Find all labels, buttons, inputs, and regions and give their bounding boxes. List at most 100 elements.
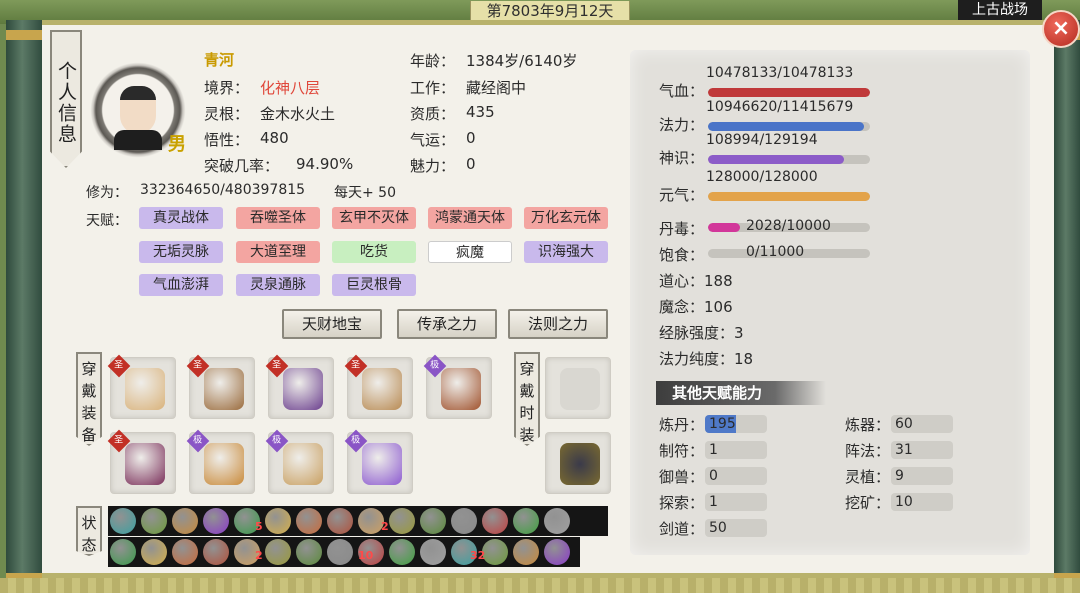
bottom-border <box>0 578 1080 593</box>
realm-label: 境界： <box>204 79 250 97</box>
skill-value: 50 <box>709 520 727 536</box>
status-effect-icon[interactable] <box>296 539 322 565</box>
talent-tag[interactable]: 吞噬圣体 <box>236 207 320 229</box>
status-effect-icon[interactable] <box>110 539 136 565</box>
talent-tag[interactable]: 玄甲不灭体 <box>332 207 416 229</box>
status-effect-icon[interactable] <box>389 508 415 534</box>
status-effect-icon[interactable] <box>296 508 322 534</box>
skill-value: 10 <box>895 494 913 510</box>
fashion-slot-mount[interactable] <box>545 432 611 494</box>
talent-tag[interactable]: 气血澎湃 <box>139 274 223 296</box>
talent-tag[interactable]: 鸿蒙通天体 <box>428 207 512 229</box>
talent-tag[interactable]: 真灵战体 <box>139 207 223 229</box>
status-effect-icon[interactable] <box>203 539 229 565</box>
status-effect-icon[interactable] <box>327 508 353 534</box>
personal-info-tab[interactable]: 个人信息 <box>50 30 82 168</box>
status-effect-icon[interactable] <box>482 508 508 534</box>
status-effect-icon[interactable] <box>172 539 198 565</box>
status-effect-icon[interactable] <box>327 539 353 565</box>
root-label: 灵根： <box>204 105 250 123</box>
skill-label: 阵法： <box>845 442 891 460</box>
status-effect-icon[interactable] <box>265 508 291 534</box>
status-effect-icon[interactable] <box>141 508 167 534</box>
skill-label: 御兽： <box>659 468 705 486</box>
equipment-slot[interactable]: 圣 <box>265 354 334 419</box>
equipment-slot[interactable]: 极 <box>186 429 255 494</box>
status-effect-icon[interactable] <box>482 539 508 565</box>
skill-value: 60 <box>895 416 913 432</box>
plain-stat: 经脉强度：3 <box>659 324 744 342</box>
luck-label: 气运： <box>410 131 456 149</box>
stat-bar <box>708 155 870 164</box>
status-effect-icon[interactable] <box>544 539 570 565</box>
charm-value: 0 <box>466 155 476 173</box>
stat-label: 饱食： <box>659 246 705 264</box>
equipment-slot[interactable]: 圣 <box>186 354 255 419</box>
fashion-label: 穿戴时装 <box>514 352 540 446</box>
inheritance-button[interactable]: 传承之力 <box>397 309 497 339</box>
age-value: 1384岁/6140岁 <box>466 52 578 70</box>
talent-tag[interactable]: 巨灵根骨 <box>332 274 416 296</box>
realm-value: 化神八层 <box>260 79 321 97</box>
talent-tag[interactable]: 无垢灵脉 <box>139 241 223 263</box>
gender-label: 男 <box>168 134 186 155</box>
skill-value-box: 0 <box>705 467 767 485</box>
talent-tag[interactable]: 大道至理 <box>236 241 320 263</box>
aptitude-label: 资质： <box>410 105 456 123</box>
avatar-face <box>120 86 156 134</box>
stat-bar <box>708 122 870 131</box>
status-count: 32 <box>470 549 486 562</box>
equipment-slot[interactable]: 极 <box>265 429 334 494</box>
ancient-battlefield-button[interactable]: 上古战场 <box>958 0 1042 20</box>
stat-value: 10946620/11415679 <box>706 99 854 115</box>
talent-tag[interactable]: 疯魔 <box>428 241 512 263</box>
close-button[interactable]: × <box>1042 10 1080 48</box>
status-effect-icon[interactable] <box>451 508 477 534</box>
skill-value-box: 31 <box>891 441 953 459</box>
talent-tag[interactable]: 识海强大 <box>524 241 608 263</box>
status-effect-icon[interactable] <box>172 508 198 534</box>
status-effect-icon[interactable] <box>420 539 446 565</box>
status-effect-icon[interactable] <box>389 539 415 565</box>
stat-label: 元气： <box>659 186 705 204</box>
boots-icon <box>362 368 402 410</box>
talent-tag[interactable]: 万化玄元体 <box>524 207 608 229</box>
equipment-slot[interactable]: 圣 <box>107 354 176 419</box>
equipment-slot[interactable]: 极 <box>344 429 413 494</box>
status-effect-icon[interactable] <box>141 539 167 565</box>
skill-label: 炼丹： <box>659 416 705 434</box>
law-power-button[interactable]: 法则之力 <box>508 309 608 339</box>
fashion-slot-empty[interactable] <box>545 357 611 419</box>
stat-label: 法力： <box>659 116 705 134</box>
wisdom-label: 悟性： <box>204 131 250 149</box>
cultivation-label: 修为： <box>86 185 128 201</box>
status-effect-icon[interactable] <box>513 539 539 565</box>
avatar-body <box>114 130 162 150</box>
status-effect-icon[interactable] <box>110 508 136 534</box>
plain-stat: 道心：188 <box>659 272 733 290</box>
talent-tag[interactable]: 灵泉通脉 <box>236 274 320 296</box>
shell-icon <box>283 443 323 485</box>
treasure-button[interactable]: 天财地宝 <box>282 309 382 339</box>
status-effect-icon[interactable] <box>544 508 570 534</box>
status-effect-icon[interactable] <box>203 508 229 534</box>
status-effect-icon[interactable] <box>513 508 539 534</box>
mount-icon <box>560 443 600 485</box>
equipment-slot[interactable]: 极 <box>423 354 492 419</box>
skill-value-box: 195 <box>705 415 767 433</box>
scroll-roller-right <box>1054 20 1080 593</box>
skill-value-box: 1 <box>705 493 767 511</box>
stat-value: 10478133/10478133 <box>706 65 854 81</box>
equipment-slot[interactable]: 圣 <box>344 354 413 419</box>
age-label: 年龄： <box>410 52 456 70</box>
status-effect-icon[interactable] <box>420 508 446 534</box>
stat-value: 2028/10000 <box>746 218 831 234</box>
skill-label: 炼器： <box>845 416 891 434</box>
talent-tag[interactable]: 吃货 <box>332 241 416 263</box>
job-value: 藏经阁中 <box>466 79 527 97</box>
equipment-slot[interactable]: 圣 <box>107 429 176 494</box>
status-effect-icon[interactable] <box>265 539 291 565</box>
skill-label: 剑道： <box>659 520 705 538</box>
stat-bar-fill <box>708 192 870 201</box>
skill-value: 31 <box>895 442 913 458</box>
